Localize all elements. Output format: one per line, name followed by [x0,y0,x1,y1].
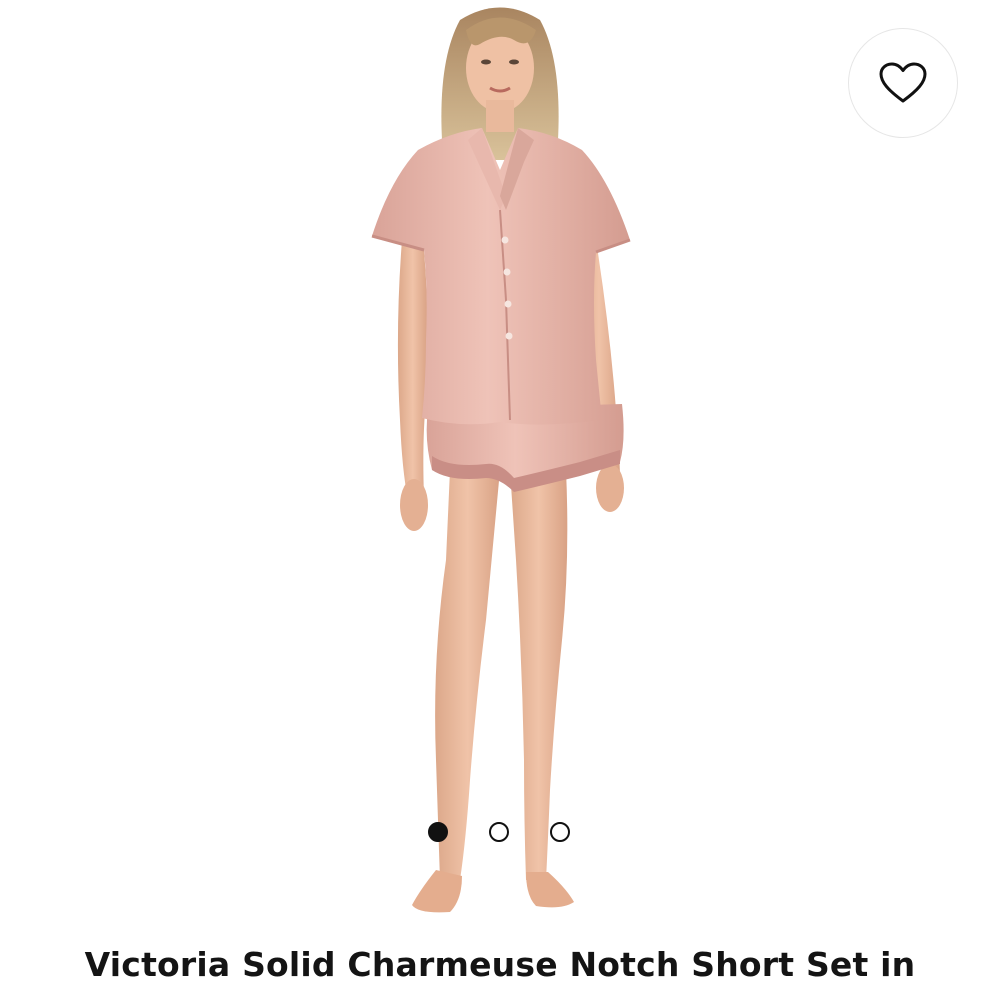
carousel-pagination [428,822,570,842]
product-detail-screen: Victoria Solid Charmeuse Notch Short Set… [0,0,1000,1000]
heart-outline-icon [879,62,927,103]
carousel-dot-1[interactable] [428,822,448,842]
carousel-dot-2[interactable] [489,822,509,842]
product-title: Victoria Solid Charmeuse Notch Short Set… [84,945,916,984]
carousel-dot-3[interactable] [550,822,570,842]
favorite-button[interactable] [848,28,958,138]
product-image[interactable] [300,0,700,940]
